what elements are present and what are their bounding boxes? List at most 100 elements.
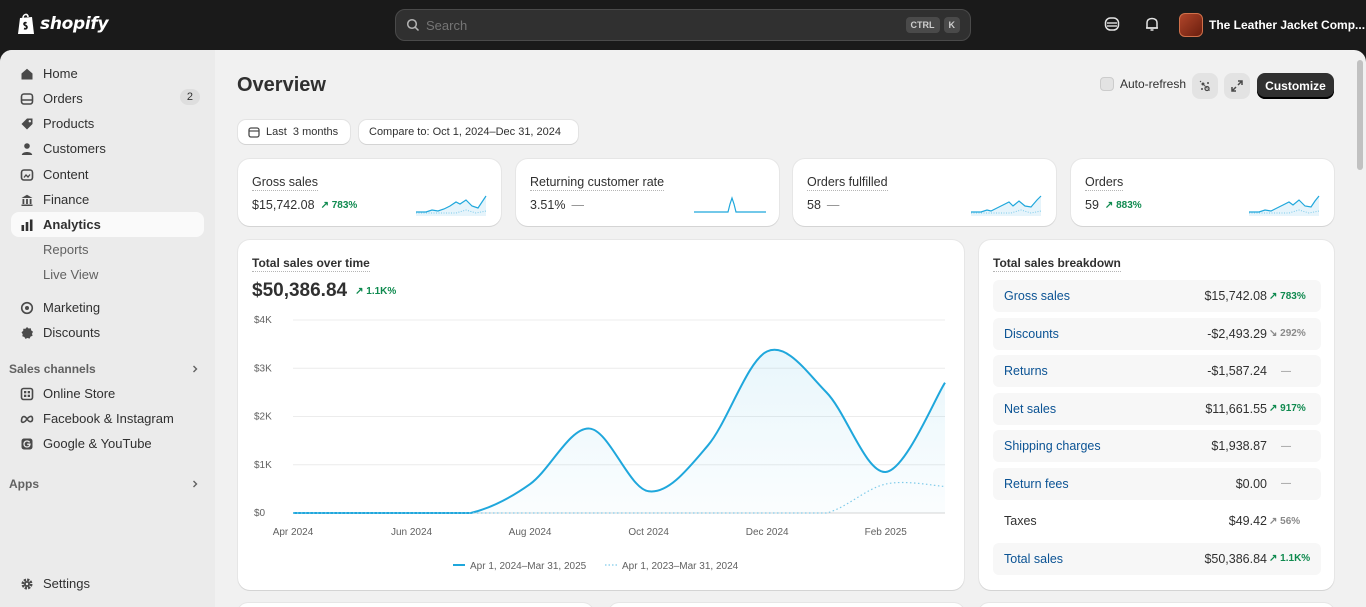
breakdown-value: -$1,587.24 (1207, 364, 1267, 378)
breakdown-label[interactable]: Returns (1004, 364, 1048, 378)
y-tick-label: $0 (254, 508, 266, 519)
bell-icon[interactable] (1143, 15, 1161, 33)
chevron-right-icon (193, 480, 198, 488)
breakdown-change-value: 783% (1280, 290, 1306, 302)
auto-refresh-checkbox[interactable] (1100, 77, 1114, 91)
breakdown-row[interactable]: Net sales $11,661.55 ↗ 917% (993, 392, 1321, 425)
scrollbar[interactable] (1357, 60, 1363, 170)
sidebar: Home Orders 2 Products Customers Content… (0, 50, 215, 607)
legend-label: Apr 1, 2023–Mar 31, 2024 (622, 561, 739, 572)
breakdown-label[interactable]: Return fees (1004, 477, 1069, 491)
metric-value-row: 59 ↗ 883% (1085, 198, 1142, 212)
apps-section[interactable]: Apps (9, 477, 204, 491)
orders-count-badge: 2 (179, 89, 200, 105)
breakdown-row[interactable]: Shipping charges $1,938.87 — (993, 430, 1321, 462)
sidebar-item-settings[interactable]: Settings (11, 571, 204, 596)
shortcut-k-key: K (943, 17, 960, 33)
sidebar-item-live-view[interactable]: Live View (11, 262, 204, 287)
search-input[interactable] (426, 17, 902, 33)
main-content: Overview Auto-refresh Customize Last 3 m… (215, 50, 1366, 607)
breakdown-row[interactable]: Returns -$1,587.24 — (993, 355, 1321, 387)
breakdown-label[interactable]: Total sales (1004, 552, 1063, 566)
series-area (293, 349, 945, 513)
breakdown-title[interactable]: Total sales breakdown (993, 256, 1121, 272)
sidebar-item-facebook-instagram[interactable]: Facebook & Instagram (11, 406, 204, 431)
fullscreen-button[interactable] (1224, 73, 1250, 99)
sidekick-icon[interactable] (1103, 15, 1121, 33)
breakdown-value: $11,661.55 (1205, 401, 1267, 416)
x-tick-label: Feb 2025 (865, 527, 908, 538)
metric-change: — (826, 198, 840, 212)
google-icon (21, 438, 33, 449)
sidebar-item-analytics[interactable]: Analytics (11, 212, 204, 237)
metric-title: Gross sales (252, 175, 318, 191)
breakdown-label[interactable]: Shipping charges (1004, 439, 1101, 453)
date-range-button[interactable]: Last 3 months (238, 120, 350, 144)
bank-icon (21, 194, 33, 206)
sidebar-item-online-store[interactable]: Online Store (11, 381, 204, 406)
breakdown-change: — (1281, 365, 1291, 377)
search-bar[interactable]: CTRL K (395, 9, 971, 41)
discount-icon (21, 326, 33, 339)
breakdown-row: Taxes $49.42 ↗ 56% (993, 505, 1321, 537)
chevron-right-icon (193, 365, 198, 373)
y-tick-label: $1K (254, 460, 272, 471)
top-bar: shopify CTRL K The Leather Jacket Comp..… (0, 0, 1366, 50)
breakdown-change: ↗ 917% (1269, 403, 1306, 414)
metric-card-orders-fulfilled[interactable]: Orders fulfilled 58 — (793, 159, 1056, 226)
breakdown-label[interactable]: Net sales (1004, 402, 1056, 416)
breakdown-label[interactable]: Gross sales (1004, 289, 1070, 303)
sidebar-item-orders[interactable]: Orders 2 (11, 86, 204, 111)
metric-card-orders[interactable]: Orders 59 ↗ 883% (1071, 159, 1334, 226)
content-icon (20, 168, 34, 181)
sales-channels-section[interactable]: Sales channels (9, 362, 204, 376)
breakdown-value: -$2,493.29 (1207, 326, 1267, 341)
insights-button[interactable] (1192, 73, 1218, 99)
search-icon (406, 18, 420, 32)
sidebar-item-reports[interactable]: Reports (11, 237, 204, 262)
next-card (238, 603, 593, 607)
apps-label: Apps (9, 477, 39, 491)
shopify-bag-icon (18, 13, 34, 34)
sidebar-item-products[interactable]: Products (11, 111, 204, 136)
sidebar-item-discounts[interactable]: Discounts (11, 320, 204, 345)
customize-button[interactable]: Customize (1257, 73, 1334, 99)
auto-refresh-toggle[interactable]: Auto-refresh (1100, 77, 1186, 91)
expand-icon (1231, 80, 1243, 92)
sidebar-item-finance[interactable]: Finance (11, 187, 204, 212)
sidebar-item-marketing[interactable]: Marketing (11, 295, 204, 320)
sidebar-item-label: Content (43, 167, 89, 182)
metric-card-gross-sales[interactable]: Gross sales $15,742.08 ↗ 783% (238, 159, 501, 226)
breakdown-row[interactable]: Total sales $50,386.84 ↗ 1.1K% (993, 542, 1321, 575)
breakdown-change: ↗ 783% (1269, 290, 1306, 302)
gear-icon (21, 578, 33, 589)
sidebar-item-customers[interactable]: Customers (11, 136, 204, 161)
metric-value-row: 3.51% — (530, 198, 584, 212)
metric-title: Orders fulfilled (807, 175, 888, 191)
date-range-prefix: Last (266, 126, 287, 138)
breakdown-label[interactable]: Discounts (1004, 327, 1059, 341)
sidebar-item-google-youtube[interactable]: Google & YouTube (11, 431, 204, 456)
breakdown-row[interactable]: Return fees $0.00 — (993, 467, 1321, 500)
total-sales-chart-card: Total sales over time $50,386.84 ↗ 1.1K%… (238, 240, 964, 590)
sidebar-item-home[interactable]: Home (11, 61, 204, 86)
sidebar-item-label: Google & YouTube (43, 436, 152, 451)
legend-label: Apr 1, 2024–Mar 31, 2025 (470, 561, 587, 572)
sparkline (971, 195, 1042, 216)
sidebar-item-content[interactable]: Content (11, 162, 204, 187)
metric-change: ↗ 783% (320, 199, 358, 211)
shopify-logo[interactable]: shopify (16, 12, 109, 36)
breakdown-row[interactable]: Gross sales $15,742.08 ↗ 783% (993, 280, 1321, 312)
sidebar-item-label: Analytics (43, 217, 101, 232)
compare-range-button[interactable]: Compare to: Oct 1, 2024–Dec 31, 2024 (359, 120, 578, 144)
sidebar-item-label: Facebook & Instagram (43, 411, 174, 426)
store-menu[interactable]: The Leather Jacket Comp... (1179, 13, 1365, 37)
breakdown-row[interactable]: Discounts -$2,493.29 ↘ 292% (993, 317, 1321, 350)
metric-change: — (571, 198, 584, 212)
sidebar-item-label: Online Store (43, 386, 116, 401)
target-icon (20, 301, 34, 314)
breakdown-value: $49.42 (1228, 514, 1267, 528)
auto-refresh-label: Auto-refresh (1120, 77, 1187, 91)
sidebar-item-label: Home (43, 66, 78, 81)
metric-card-returning-customer-rate[interactable]: Returning customer rate 3.51% — (516, 159, 779, 226)
